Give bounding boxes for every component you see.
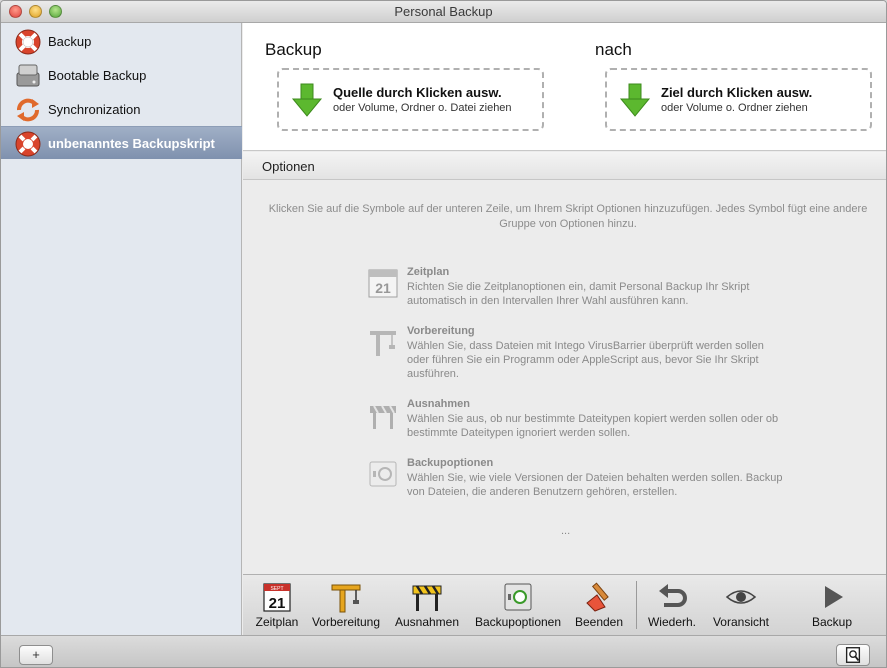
bottom-bar: + <box>1 635 886 667</box>
undo-arrow-icon <box>659 584 687 607</box>
sidebar: Backup Bootable Backup Synchronization u… <box>1 23 242 635</box>
toolbar-label: Zeitplan <box>255 615 299 629</box>
toolbar-label: Voransicht <box>712 615 770 629</box>
eye-icon <box>725 590 757 604</box>
option-text: Wählen Sie aus, ob nur bestimmte Dateity… <box>407 413 779 439</box>
more-ellipsis: ... <box>561 525 571 537</box>
calendar-day: 21 <box>269 595 286 612</box>
option-title: Vorbereitung <box>407 325 475 337</box>
sidebar-item-unbenanntes-backupskript[interactable]: unbenanntes Backupskript <box>1 126 242 159</box>
source-heading: Backup <box>265 40 322 59</box>
app-window: Personal Backup Backup Bootable Backup S… <box>0 0 887 668</box>
window-title: Personal Backup <box>394 4 493 19</box>
option-text: Wählen Sie, wie viele Versionen der Date… <box>407 472 783 498</box>
target-sub-text: oder Volume o. Ordner ziehen <box>661 102 808 114</box>
sidebar-item-bootable-backup[interactable]: Bootable Backup <box>1 59 242 92</box>
vorbereitung-button[interactable]: Vorbereitung <box>310 581 382 633</box>
harddisk-icon <box>16 64 40 87</box>
green-down-arrow-icon <box>619 83 651 117</box>
options-toolbar: SEPT 21 Zeitplan Vorbereitung Ausnahmen … <box>243 574 886 635</box>
toolbar-label: Wiederh. <box>647 615 697 629</box>
option-text: Wählen Sie, dass Dateien mit Intego Viru… <box>407 340 764 380</box>
barrier-icon <box>412 585 442 611</box>
source-drop-zone[interactable]: Quelle durch Klicken ausw. oder Volume, … <box>277 68 544 131</box>
options-area: Klicken Sie auf die Symbole auf der unte… <box>243 181 886 574</box>
sidebar-item-label: unbenanntes Backupskript <box>48 135 215 151</box>
toolbar-label: Backup <box>811 615 853 629</box>
main-panel: Backup nach Quelle durch Klicken ausw. o… <box>243 23 886 635</box>
source-main-text: Quelle durch Klicken ausw. <box>333 85 502 100</box>
magnifier-document-icon <box>845 647 861 663</box>
play-icon <box>825 586 843 608</box>
calendar-icon: 21 <box>368 269 398 298</box>
ausnahmen-button[interactable]: Ausnahmen <box>393 581 461 633</box>
sidebar-item-label: Bootable Backup <box>48 68 147 83</box>
safe-icon <box>504 583 532 611</box>
toolbar-label: Ausnahmen <box>394 615 460 629</box>
crane-icon <box>370 331 396 356</box>
source-sub-text: oder Volume, Ordner o. Datei ziehen <box>333 102 512 114</box>
add-script-button[interactable]: + <box>19 645 53 665</box>
target-heading: nach <box>595 40 632 59</box>
sync-arrows-icon <box>17 98 39 122</box>
option-title: Ausnahmen <box>407 398 470 410</box>
target-main-text: Ziel durch Klicken ausw. <box>661 85 813 100</box>
barrier-icon <box>370 405 396 429</box>
safe-icon <box>369 461 397 487</box>
toolbar-label: Vorbereitung <box>311 615 381 629</box>
toolbar-separator <box>636 581 637 629</box>
calendar-month: SEPT <box>270 586 283 592</box>
zeitplan-button[interactable]: SEPT 21 Zeitplan <box>252 581 302 633</box>
sidebar-item-label: Backup <box>48 34 92 49</box>
sidebar-item-synchronization[interactable]: Synchronization <box>1 93 242 126</box>
voransicht-button[interactable]: Voransicht <box>708 581 774 633</box>
toolbar-label: Backupoptionen <box>474 615 562 629</box>
backupoptionen-button[interactable]: Backupoptionen <box>472 581 564 633</box>
toolbar-label: Beenden <box>574 615 624 629</box>
option-title: Zeitplan <box>407 266 450 278</box>
calendar-day: 21 <box>375 280 391 296</box>
sidebar-item-backup[interactable]: Backup <box>1 25 242 58</box>
wiederholen-button[interactable]: Wiederh. <box>645 581 699 633</box>
options-intro-text: Klicken Sie auf die Symbole auf der unte… <box>268 203 868 230</box>
options-header-label: Optionen <box>262 159 315 174</box>
broom-icon <box>586 582 609 612</box>
target-drop-zone[interactable]: Ziel durch Klicken ausw. oder Volume o. … <box>605 68 872 131</box>
log-preview-button[interactable] <box>836 644 870 666</box>
title-bar: Personal Backup <box>1 1 886 23</box>
lifebuoy-icon <box>15 131 41 157</box>
calendar-icon: SEPT 21 <box>263 583 291 612</box>
options-header: Optionen <box>243 152 886 180</box>
source-target-area: Backup nach Quelle durch Klicken ausw. o… <box>243 23 886 151</box>
backup-run-button[interactable]: Backup <box>806 581 858 633</box>
option-title: Backupoptionen <box>407 457 494 469</box>
crane-icon <box>331 584 361 613</box>
sidebar-item-label: Synchronization <box>48 102 141 117</box>
lifebuoy-icon <box>15 29 41 55</box>
option-text: Richten Sie die Zeitplanoptionen ein, da… <box>407 281 750 307</box>
green-down-arrow-icon <box>291 83 323 117</box>
beenden-button[interactable]: Beenden <box>573 581 625 633</box>
